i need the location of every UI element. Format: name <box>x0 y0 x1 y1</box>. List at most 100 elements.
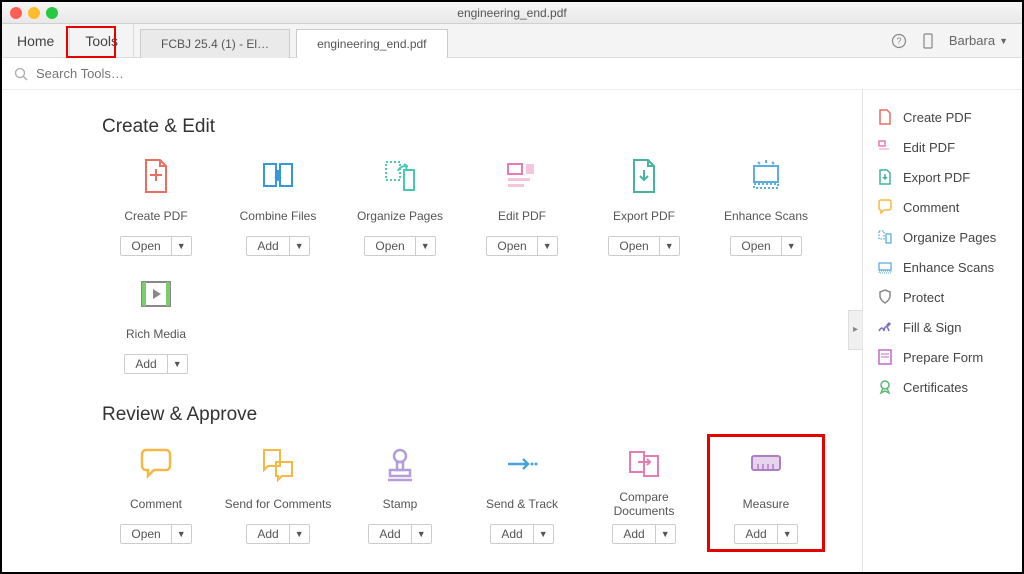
toolbar: Home Tools FCBJ 25.4 (1) - El… engineeri… <box>2 24 1022 58</box>
button-text: Open <box>365 237 414 255</box>
tool-button-open[interactable]: Open▼ <box>730 236 801 256</box>
tool-export: Export PDF Open▼ <box>590 156 698 256</box>
tool-enhance: Enhance Scans Open▼ <box>712 156 820 256</box>
edit-icon <box>498 156 546 196</box>
sidebar-item-create-pdf[interactable]: Create PDF <box>863 102 1022 132</box>
sign-icon <box>877 319 893 335</box>
chevron-down-icon: ▼ <box>655 525 675 543</box>
tool-button-add[interactable]: Add▼ <box>734 524 797 544</box>
sidebar-item-comment[interactable]: Comment <box>863 192 1022 222</box>
button-text: Open <box>121 525 170 543</box>
tool-label: Organize Pages <box>357 202 443 230</box>
tool-button-open[interactable]: Open▼ <box>608 236 679 256</box>
sidebar-item-edit[interactable]: Edit PDF <box>863 132 1022 162</box>
sendcomm-icon <box>254 444 302 484</box>
compare-icon <box>620 444 668 484</box>
tool-label: Send for Comments <box>225 490 332 518</box>
chevron-down-icon: ▼ <box>781 237 801 255</box>
enhance-icon <box>742 156 790 196</box>
button-text: Add <box>613 525 654 543</box>
sidebar-item-form[interactable]: Prepare Form <box>863 342 1022 372</box>
sidebar-label: Enhance Scans <box>903 260 994 275</box>
tool-label: Enhance Scans <box>724 202 808 230</box>
sidebar-item-export[interactable]: Export PDF <box>863 162 1022 192</box>
sidebar-label: Organize Pages <box>903 230 996 245</box>
form-icon <box>877 349 893 365</box>
tool-button-add[interactable]: Add▼ <box>246 236 309 256</box>
sidebar-label: Certificates <box>903 380 968 395</box>
comment-icon <box>877 199 893 215</box>
tool-compare: Compare Documents Add▼ <box>590 444 698 544</box>
tool-label: Create PDF <box>124 202 187 230</box>
button-text: Open <box>121 237 170 255</box>
chevron-down-icon: ▼ <box>659 237 679 255</box>
tool-measure: Measure Add▼ <box>712 444 820 544</box>
window-title: engineering_end.pdf <box>2 6 1022 20</box>
chevron-down-icon: ▼ <box>999 36 1008 46</box>
tool-button-open[interactable]: Open▼ <box>486 236 557 256</box>
create-pdf-icon <box>877 109 893 125</box>
richmedia-icon <box>132 274 180 314</box>
stamp-icon <box>376 444 424 484</box>
tool-button-open[interactable]: Open▼ <box>364 236 435 256</box>
svg-text:?: ? <box>896 36 901 46</box>
main-panel: Create & Edit Create PDFOpen▼Combine Fil… <box>2 90 862 572</box>
comment-icon <box>132 444 180 484</box>
mobile-icon[interactable] <box>921 33 935 49</box>
tool-organize: Organize Pages Open▼ <box>346 156 454 256</box>
search-bar <box>2 58 1022 90</box>
enhance-icon <box>877 259 893 275</box>
tool-button-add[interactable]: Add▼ <box>246 524 309 544</box>
user-name: Barbara <box>949 33 995 48</box>
sidebar-label: Export PDF <box>903 170 970 185</box>
search-input[interactable] <box>36 66 1022 81</box>
help-icon[interactable]: ? <box>891 33 907 49</box>
button-text: Add <box>491 525 532 543</box>
button-text: Add <box>125 355 166 373</box>
doc-tab-1[interactable]: FCBJ 25.4 (1) - El… <box>140 29 290 58</box>
doc-tab-2[interactable]: engineering_end.pdf <box>296 29 447 58</box>
export-icon <box>620 156 668 196</box>
chevron-down-icon: ▼ <box>415 237 435 255</box>
tool-button-add[interactable]: Add▼ <box>612 524 675 544</box>
user-menu[interactable]: Barbara ▼ <box>949 33 1008 48</box>
tool-button-add[interactable]: Add▼ <box>124 354 187 374</box>
sidebar-item-protect[interactable]: Protect <box>863 282 1022 312</box>
sidebar: Create PDF Edit PDF Export PDF Comment Organ… <box>862 90 1022 572</box>
tool-sendcomm: Send for Comments Add▼ <box>224 444 332 544</box>
sidebar-item-cert[interactable]: Certificates <box>863 372 1022 402</box>
collapse-sidebar-button[interactable]: ▸ <box>848 310 862 350</box>
tab-home[interactable]: Home <box>2 24 70 57</box>
chevron-down-icon: ▼ <box>537 237 557 255</box>
sidebar-label: Create PDF <box>903 110 972 125</box>
tool-label: Rich Media <box>126 320 186 348</box>
chevron-down-icon: ▼ <box>777 525 797 543</box>
tool-button-open[interactable]: Open▼ <box>120 236 191 256</box>
export-icon <box>877 169 893 185</box>
chevron-down-icon: ▼ <box>289 525 309 543</box>
tool-label: Measure <box>743 490 790 518</box>
sidebar-label: Fill & Sign <box>903 320 962 335</box>
tab-tools[interactable]: Tools <box>70 24 134 57</box>
tool-button-add[interactable]: Add▼ <box>490 524 553 544</box>
tool-button-open[interactable]: Open▼ <box>120 524 191 544</box>
cert-icon <box>877 379 893 395</box>
sidebar-label: Prepare Form <box>903 350 983 365</box>
tool-label: Comment <box>130 490 182 518</box>
edit-icon <box>877 139 893 155</box>
sidebar-item-sign[interactable]: Fill & Sign <box>863 312 1022 342</box>
tool-label: Compare Documents <box>590 490 698 518</box>
button-text: Open <box>487 237 536 255</box>
tool-button-add[interactable]: Add▼ <box>368 524 431 544</box>
button-text: Add <box>247 525 288 543</box>
tool-sendtrack: Send & TrackAdd▼ <box>468 444 576 544</box>
tool-label: Export PDF <box>613 202 675 230</box>
sidebar-item-enhance[interactable]: Enhance Scans <box>863 252 1022 282</box>
chevron-down-icon: ▼ <box>289 237 309 255</box>
button-text: Open <box>609 237 658 255</box>
chevron-down-icon: ▼ <box>171 237 191 255</box>
sidebar-item-organize[interactable]: Organize Pages <box>863 222 1022 252</box>
button-text: Add <box>247 237 288 255</box>
section-title-review-approve: Review & Approve <box>102 404 832 426</box>
tool-create-pdf: Create PDF Open▼ <box>102 156 210 256</box>
